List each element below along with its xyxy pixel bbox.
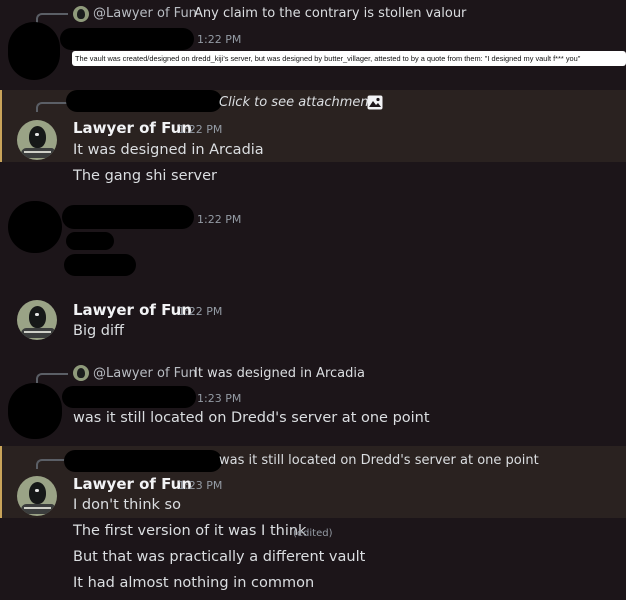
message-text: The first version of it was I think bbox=[73, 523, 307, 539]
redacted-username bbox=[60, 28, 194, 50]
reply-preview[interactable]: Any claim to the contrary is stollen val… bbox=[194, 6, 466, 21]
reply-author[interactable]: @Lawyer of Fun bbox=[93, 366, 197, 381]
redacted-reply-author bbox=[66, 90, 222, 112]
reply-connector bbox=[36, 13, 68, 23]
message-text: The gang shi server bbox=[73, 168, 217, 184]
reply-preview[interactable]: It was designed in Arcadia bbox=[194, 366, 365, 381]
redacted-avatar bbox=[8, 383, 62, 439]
author-name[interactable]: Lawyer of Fun bbox=[73, 475, 192, 493]
edited-label: (edited) bbox=[293, 528, 333, 539]
redacted-username bbox=[62, 205, 194, 229]
timestamp: 1:23 PM bbox=[197, 392, 242, 405]
image-icon[interactable] bbox=[367, 95, 383, 110]
timestamp: 1:22 PM bbox=[197, 33, 242, 46]
redacted-avatar bbox=[8, 22, 60, 80]
reply-avatar bbox=[73, 365, 89, 381]
message-text: It was designed in Arcadia bbox=[73, 142, 264, 158]
redacted-message bbox=[64, 254, 136, 276]
message-text: I don't think so bbox=[73, 497, 181, 513]
message-text: But that was practically a different vau… bbox=[73, 549, 366, 565]
reply-preview[interactable]: was it still located on Dredd's server a… bbox=[219, 453, 539, 468]
timestamp: 1:22 PM bbox=[178, 305, 223, 318]
reply-author[interactable]: @Lawyer of Fun bbox=[93, 6, 197, 21]
redacted-message bbox=[66, 232, 114, 250]
avatar[interactable] bbox=[17, 476, 57, 516]
timestamp: 1:22 PM bbox=[178, 123, 223, 136]
reply-connector bbox=[36, 373, 68, 383]
author-name[interactable]: Lawyer of Fun bbox=[73, 119, 192, 137]
attachment-link[interactable]: Click to see attachment bbox=[219, 95, 374, 110]
tooltip-text: The vault was created/designed on dredd_… bbox=[72, 51, 626, 66]
avatar[interactable] bbox=[17, 120, 57, 160]
message-text: It had almost nothing in common bbox=[73, 575, 315, 591]
timestamp: 1:23 PM bbox=[178, 479, 223, 492]
author-name[interactable]: Lawyer of Fun bbox=[73, 301, 192, 319]
reply-connector bbox=[36, 102, 68, 112]
avatar[interactable] bbox=[17, 300, 57, 340]
message-text: was it still located on Dredd's server a… bbox=[73, 410, 430, 426]
redacted-username bbox=[62, 386, 196, 408]
timestamp: 1:22 PM bbox=[197, 213, 242, 226]
redacted-reply-author bbox=[64, 450, 222, 472]
message-text: Big diff bbox=[73, 323, 125, 339]
redacted-avatar bbox=[8, 201, 62, 253]
reply-avatar bbox=[73, 6, 89, 22]
